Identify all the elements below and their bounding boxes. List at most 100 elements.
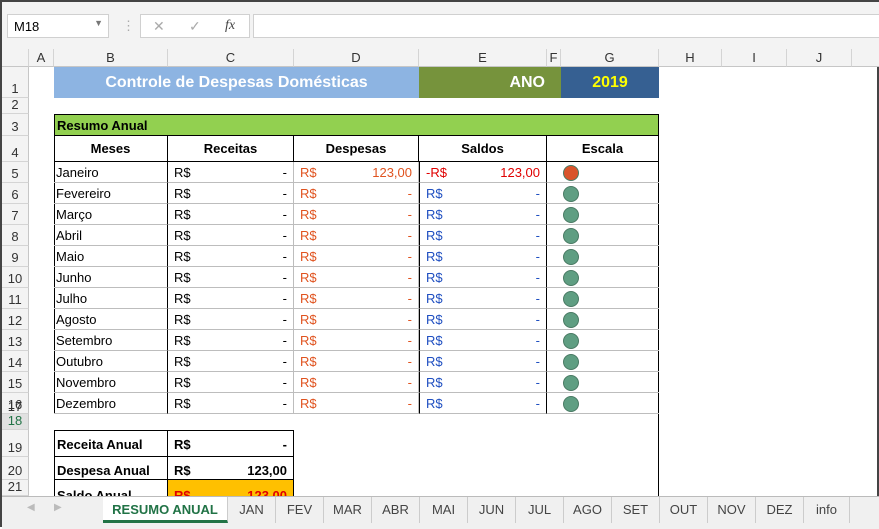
enter-icon[interactable]: ✓ bbox=[189, 18, 201, 35]
column-header-G[interactable]: G bbox=[561, 49, 659, 67]
chevron-down-icon[interactable]: ▼ bbox=[94, 18, 103, 28]
row-header[interactable]: 3 bbox=[2, 114, 29, 136]
saldo-cell-value: - bbox=[535, 354, 540, 369]
ano-label: ANO bbox=[419, 67, 561, 98]
sheet-tab-jun[interactable]: JUN bbox=[468, 497, 516, 523]
sheet-tab-ago[interactable]: AGO bbox=[564, 497, 612, 523]
currency-label: R$ bbox=[426, 312, 443, 327]
column-header-B[interactable]: B bbox=[54, 49, 168, 67]
sheet-tab-dez[interactable]: DEZ bbox=[756, 497, 804, 523]
saldo-cell-value: - bbox=[535, 396, 540, 411]
escala-cell bbox=[547, 204, 659, 225]
row-header[interactable]: 15 bbox=[2, 372, 29, 393]
name-box[interactable]: M18 ▼ bbox=[7, 14, 109, 38]
despesa-cell: R$ - bbox=[294, 225, 419, 246]
column-header-H[interactable]: H bbox=[659, 49, 722, 67]
scroll-left-icon[interactable]: ◀ bbox=[27, 502, 35, 513]
select-all-corner[interactable] bbox=[2, 49, 29, 67]
saldo-cell: R$ - bbox=[419, 246, 547, 267]
despesa-cell: R$ - bbox=[294, 309, 419, 330]
green-circle-icon bbox=[563, 291, 579, 307]
row-header[interactable]: 1 bbox=[2, 67, 29, 98]
row-header[interactable]: 19 bbox=[2, 430, 29, 457]
receita-cell-value: - bbox=[282, 396, 287, 411]
column-header-F[interactable]: F bbox=[547, 49, 561, 67]
currency-label: R$ bbox=[174, 291, 191, 306]
row-header[interactable]: 13 bbox=[2, 330, 29, 351]
row-header[interactable]: 20 bbox=[2, 457, 29, 480]
row-header[interactable]: 8 bbox=[2, 225, 29, 246]
saldo-cell-value: - bbox=[535, 375, 540, 390]
saldo-cell-value: - bbox=[535, 312, 540, 327]
currency-label: R$ bbox=[426, 186, 443, 201]
currency-label: R$ bbox=[174, 165, 191, 180]
row-header[interactable]: 7 bbox=[2, 204, 29, 225]
currency-label: R$ bbox=[174, 463, 191, 478]
column-header-E[interactable]: E bbox=[419, 49, 547, 67]
sheet-tab-resumo-anual[interactable]: RESUMO ANUAL bbox=[103, 497, 228, 523]
sheet-tab-jan[interactable]: JAN bbox=[228, 497, 276, 523]
despesa-cell: R$ - bbox=[294, 288, 419, 309]
column-header-C[interactable]: C bbox=[168, 49, 294, 67]
escala-cell bbox=[547, 162, 659, 183]
year-value[interactable]: 2019 bbox=[561, 67, 659, 98]
column-header-A[interactable]: A bbox=[29, 49, 54, 67]
row-header[interactable]: 10 bbox=[2, 267, 29, 288]
formula-input[interactable] bbox=[253, 14, 879, 38]
row-header[interactable]: 9 bbox=[2, 246, 29, 267]
despesa-cell-value: - bbox=[407, 354, 412, 369]
saldo-cell-value: - bbox=[535, 228, 540, 243]
sheet-tab-mai[interactable]: MAI bbox=[420, 497, 468, 523]
column-header-J[interactable]: J bbox=[787, 49, 852, 67]
fx-icon[interactable]: fx bbox=[225, 18, 235, 34]
total-value: - bbox=[282, 437, 287, 452]
row-header[interactable]: 5 bbox=[2, 162, 29, 183]
currency-label: R$ bbox=[300, 396, 317, 411]
sheet-tab-mar[interactable]: MAR bbox=[324, 497, 372, 523]
green-circle-icon bbox=[563, 228, 579, 244]
saldo-cell: R$ - bbox=[419, 372, 547, 393]
receita-cell: R$ - bbox=[168, 309, 294, 330]
receita-cell-value: - bbox=[282, 291, 287, 306]
sheet-tab-jul[interactable]: JUL bbox=[516, 497, 564, 523]
currency-label: R$ bbox=[174, 186, 191, 201]
receita-cell-value: - bbox=[282, 165, 287, 180]
receita-cell: R$ - bbox=[168, 183, 294, 204]
scroll-right-icon[interactable]: ▶ bbox=[54, 502, 62, 513]
sheet-tab-out[interactable]: OUT bbox=[660, 497, 708, 523]
currency-label: R$ bbox=[426, 228, 443, 243]
sheet-tab-nov[interactable]: NOV bbox=[708, 497, 756, 523]
row-header[interactable]: 14 bbox=[2, 351, 29, 372]
month-name: Setembro bbox=[54, 330, 168, 351]
sheet-tab-fev[interactable]: FEV bbox=[276, 497, 324, 523]
formula-buttons: ✕ ✓ fx bbox=[140, 14, 250, 38]
saldo-cell-value: - bbox=[535, 207, 540, 222]
row-header[interactable]: 11 bbox=[2, 288, 29, 309]
sheet-tab-info[interactable]: info bbox=[804, 497, 850, 523]
escala-cell bbox=[547, 372, 659, 393]
saldo-cell: R$ - bbox=[419, 267, 547, 288]
column-header-I[interactable]: I bbox=[722, 49, 787, 67]
cancel-icon[interactable]: ✕ bbox=[153, 18, 165, 35]
month-name: Julho bbox=[54, 288, 168, 309]
row-header[interactable]: 2 bbox=[2, 97, 29, 114]
row-header[interactable]: 4 bbox=[2, 136, 29, 162]
receita-cell: R$ - bbox=[168, 162, 294, 183]
sheet-title: Controle de Despesas Domésticas bbox=[54, 67, 419, 98]
currency-label: R$ bbox=[300, 186, 317, 201]
green-circle-icon bbox=[563, 333, 579, 349]
month-name: Novembro bbox=[54, 372, 168, 393]
month-name: Maio bbox=[54, 246, 168, 267]
row-header[interactable]: 21 bbox=[2, 479, 29, 496]
sheet-tab-abr[interactable]: ABR bbox=[372, 497, 420, 523]
receita-cell-value: - bbox=[282, 333, 287, 348]
saldo-cell: R$ - bbox=[419, 204, 547, 225]
row-header[interactable]: 18 bbox=[2, 413, 29, 430]
column-header-D[interactable]: D bbox=[294, 49, 419, 67]
saldo-cell: R$ - bbox=[419, 225, 547, 246]
receita-cell-value: - bbox=[282, 354, 287, 369]
currency-label: R$ bbox=[174, 396, 191, 411]
row-header[interactable]: 12 bbox=[2, 309, 29, 330]
sheet-tab-set[interactable]: SET bbox=[612, 497, 660, 523]
row-header[interactable]: 6 bbox=[2, 183, 29, 204]
